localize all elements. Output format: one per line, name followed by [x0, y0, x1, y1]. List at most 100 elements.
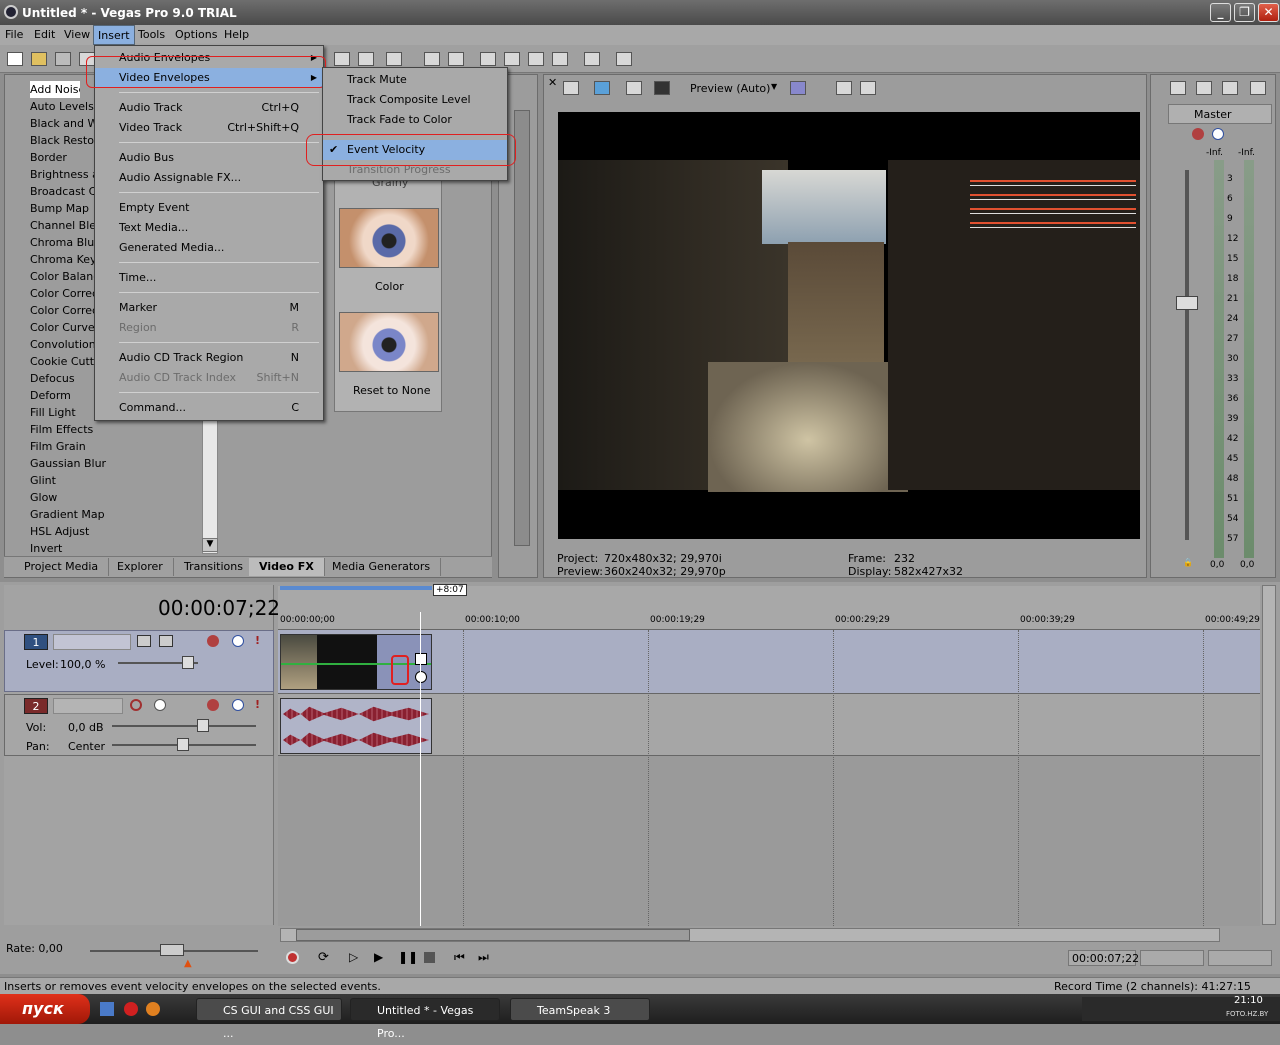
track-fx-icon[interactable]: [207, 635, 219, 647]
solo-icon[interactable]: !: [255, 634, 260, 647]
video-event[interactable]: [280, 634, 432, 690]
menu-edit[interactable]: Edit: [34, 28, 55, 41]
fx-item[interactable]: Film Grain: [30, 438, 200, 455]
master-bypass-icon[interactable]: [1212, 128, 1224, 140]
invert-phase-icon[interactable]: [154, 699, 166, 711]
dim-output-icon[interactable]: [1222, 81, 1238, 95]
downmix-icon[interactable]: [1196, 81, 1212, 95]
split-screen-icon[interactable]: [626, 81, 642, 95]
selection-start-box[interactable]: [1140, 950, 1204, 966]
save-snapshot-icon[interactable]: [860, 81, 876, 95]
lock-small-icon[interactable]: 🔒: [1183, 558, 1193, 567]
video-envelope-item[interactable]: Track Mute: [323, 70, 507, 90]
select-edit-icon[interactable]: [528, 52, 544, 66]
insert-menu-item[interactable]: Video Track Ctrl+Shift+Q: [95, 118, 323, 138]
rate-slider-thumb[interactable]: [160, 944, 184, 956]
vol-slider-thumb[interactable]: [197, 719, 209, 732]
grid-icon[interactable]: [790, 81, 806, 95]
mute-icon[interactable]: [232, 635, 244, 647]
record-button[interactable]: [286, 951, 299, 964]
save-icon[interactable]: [55, 52, 71, 66]
level-slider-thumb[interactable]: [182, 656, 194, 669]
audio-event[interactable]: [280, 698, 432, 754]
envelope-tool-icon[interactable]: [334, 52, 350, 66]
close-button[interactable]: ✕: [1258, 3, 1279, 22]
quicklaunch-firefox-icon[interactable]: [146, 1002, 160, 1016]
preset-reset-thumb[interactable]: [339, 312, 439, 372]
fx-item[interactable]: Invert: [30, 540, 200, 557]
motion-icon[interactable]: [137, 635, 151, 647]
insert-menu-item[interactable]: Generated Media...: [95, 238, 323, 258]
preview-quality-dropdown[interactable]: Preview (Auto): [690, 82, 770, 95]
copy-snapshot-icon[interactable]: [836, 81, 852, 95]
loop-button[interactable]: ⟳: [318, 950, 329, 965]
fx-item[interactable]: Gradient Map: [30, 506, 200, 523]
fx-item[interactable]: Gaussian Blur: [30, 455, 200, 472]
hscroll-thumb[interactable]: [296, 929, 690, 941]
track-name-field-2[interactable]: [53, 698, 123, 714]
menu-file[interactable]: File: [5, 28, 23, 41]
play-button[interactable]: ▶: [374, 950, 383, 964]
go-to-start-button[interactable]: ⏮: [454, 950, 465, 965]
insert-menu-item[interactable]: Audio CD Track Region N: [95, 348, 323, 368]
help-pointer-icon[interactable]: [616, 52, 632, 66]
minimize-button[interactable]: _: [1210, 3, 1231, 22]
lock-icon[interactable]: [448, 52, 464, 66]
tab-media-generators[interactable]: Media Generators: [322, 558, 442, 576]
fx-item[interactable]: Glow: [30, 489, 200, 506]
task-teamspeak[interactable]: TeamSpeak 3: [510, 998, 650, 1021]
preview-settings-icon[interactable]: [563, 81, 579, 95]
chevron-down-icon[interactable]: ▼: [771, 82, 777, 91]
tab-transitions[interactable]: Transitions: [174, 558, 254, 576]
ripple-icon[interactable]: [424, 52, 440, 66]
audio-mute-icon[interactable]: [232, 699, 244, 711]
insert-menu-item[interactable]: Marker M: [95, 298, 323, 318]
fx-item[interactable]: Film Effects: [30, 421, 200, 438]
insert-menu-item[interactable]: Command... C: [95, 398, 323, 418]
task-vegas[interactable]: Untitled * - Vegas Pro...: [350, 998, 500, 1040]
tab-video-fx[interactable]: Video FX: [249, 558, 325, 576]
arm-record-icon[interactable]: [130, 699, 142, 711]
quicklaunch-desktop-icon[interactable]: [100, 1002, 114, 1016]
video-envelope-item[interactable]: Track Fade to Color: [323, 110, 507, 130]
insert-menu-item[interactable]: Audio Track Ctrl+Q: [95, 98, 323, 118]
insert-menu-item[interactable]: Empty Event: [95, 198, 323, 218]
menu-help[interactable]: Help: [224, 28, 249, 41]
insert-menu-item[interactable]: Audio Bus: [95, 148, 323, 168]
envelope-edit-icon[interactable]: [504, 52, 520, 66]
quicklaunch-opera-icon[interactable]: [124, 1002, 138, 1016]
pan-slider-thumb[interactable]: [177, 738, 189, 751]
start-button[interactable]: пуск: [0, 994, 90, 1024]
fx-item[interactable]: Add Noise: [30, 81, 80, 98]
external-monitor-icon[interactable]: [594, 81, 610, 95]
menu-view[interactable]: View: [64, 28, 90, 41]
playhead-cursor[interactable]: [420, 612, 422, 926]
selection-tool-icon[interactable]: [358, 52, 374, 66]
task-opera[interactable]: CS GUI and CSS GUI ...: [196, 998, 342, 1040]
time-ruler[interactable]: 00:00:00;00 00:00:10;00 00:00:19;29 00:00:2…: [278, 612, 1260, 630]
fx-item[interactable]: Glint: [30, 472, 200, 489]
pencil-icon[interactable]: [584, 52, 600, 66]
insert-menu-item[interactable]: Time...: [95, 268, 323, 288]
mixer-settings-icon[interactable]: [1250, 81, 1266, 95]
track-name-field-1[interactable]: [53, 634, 131, 650]
menu-tools[interactable]: Tools: [138, 28, 165, 41]
master-fx-button-icon[interactable]: [1192, 128, 1204, 140]
insert-menu-item[interactable]: Audio Assignable FX...: [95, 168, 323, 188]
master-fader[interactable]: [1176, 296, 1198, 310]
loop-region-bar[interactable]: [280, 586, 432, 590]
master-fx-icon[interactable]: [1170, 81, 1186, 95]
normal-edit-icon[interactable]: [480, 52, 496, 66]
open-icon[interactable]: [31, 52, 47, 66]
audio-fx-icon[interactable]: [207, 699, 219, 711]
tab-project-media[interactable]: Project Media: [14, 558, 110, 576]
menu-insert[interactable]: Insert: [93, 25, 135, 45]
close-preview-icon[interactable]: ✕: [548, 76, 557, 89]
selection-length-box[interactable]: [1208, 950, 1272, 966]
preset-color-thumb[interactable]: [339, 208, 439, 268]
play-from-start-button[interactable]: ▷: [349, 950, 358, 964]
zoom-icon[interactable]: [552, 52, 568, 66]
audio-solo-icon[interactable]: !: [255, 698, 260, 711]
pause-button[interactable]: ❚❚: [398, 950, 418, 964]
menu-options[interactable]: Options: [175, 28, 217, 41]
